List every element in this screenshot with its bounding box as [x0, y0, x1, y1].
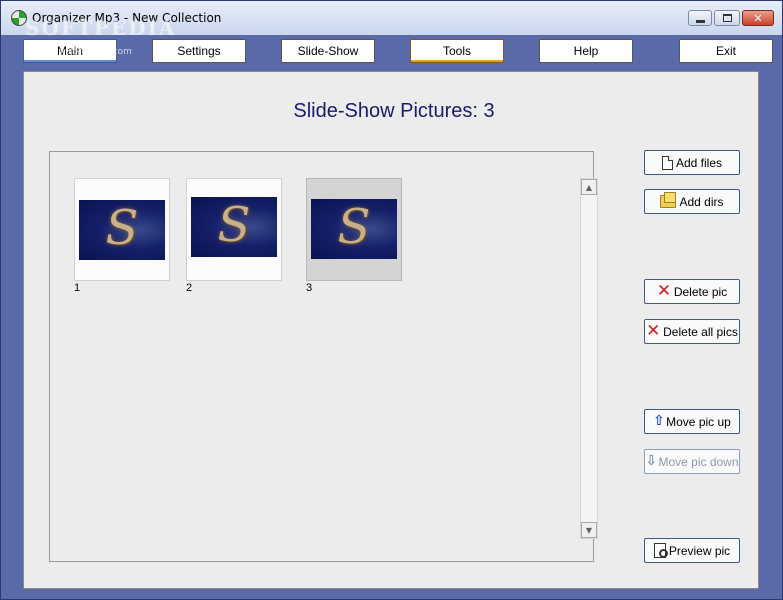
thumbnail-image: S: [191, 197, 277, 257]
minimize-button[interactable]: [688, 10, 712, 26]
page-title: Slide-Show Pictures: 3: [293, 100, 495, 122]
thumbnail-1[interactable]: S: [74, 178, 170, 281]
thumbnail-label: 3: [306, 282, 313, 294]
help-button[interactable]: Help: [539, 39, 633, 63]
file-icon: [661, 155, 673, 170]
slideshow-button-label: Slide-Show: [297, 44, 359, 58]
move-down-label: Move pic down: [658, 454, 739, 469]
scroll-down-button[interactable]: ▼: [581, 522, 597, 538]
thumbnail-image: S: [311, 199, 397, 259]
arrow-down-icon: ⇩: [645, 453, 658, 469]
preview-pic-button[interactable]: Preview pic: [644, 538, 740, 563]
tools-button[interactable]: Tools: [410, 39, 504, 63]
close-icon: ✕: [753, 11, 763, 25]
gallery-scrollbar[interactable]: ▲ ▼: [580, 178, 598, 539]
delete-all-pics-button[interactable]: ✕ Delete all pics: [644, 319, 740, 344]
settings-button-label: Settings: [177, 44, 221, 58]
tools-button-label: Tools: [442, 44, 471, 58]
maximize-button[interactable]: [714, 10, 740, 26]
title-bar[interactable]: Organizer Mp3 - New Collection SOFTPEDIA…: [1, 1, 782, 40]
add-files-button[interactable]: Add files: [644, 150, 740, 175]
exit-button[interactable]: Exit: [679, 39, 773, 63]
delete-pic-button[interactable]: ✕ Delete pic: [644, 279, 740, 304]
move-pic-up-button[interactable]: ⇧ Move pic up: [644, 409, 740, 434]
add-dirs-button[interactable]: Add dirs: [644, 189, 740, 214]
thumbnail-art: S: [105, 200, 139, 256]
arrow-down-icon: ▼: [585, 525, 593, 535]
preview-label: Preview pic: [668, 543, 731, 558]
watermark-url: www.softpedia.com: [44, 47, 132, 57]
help-button-label: Help: [573, 44, 599, 58]
exit-button-label: Exit: [715, 44, 736, 58]
delete-pic-label: Delete pic: [673, 284, 728, 299]
minimize-icon: [695, 19, 705, 23]
settings-button[interactable]: Settings: [152, 39, 246, 63]
thumbnail-3[interactable]: S: [306, 178, 402, 281]
slideshow-button[interactable]: Slide-Show: [281, 39, 375, 63]
arrow-up-icon: ▲: [585, 182, 593, 192]
picture-gallery[interactable]: S 1 S 2 S 3 ▲ ▼: [49, 151, 598, 562]
thumbnail-art: S: [337, 199, 371, 255]
move-pic-down-button[interactable]: ⇩ Move pic down: [644, 449, 740, 474]
thumbnail-art: S: [217, 197, 251, 253]
arrow-up-icon: ⇧: [653, 413, 665, 429]
folder-icon: [660, 192, 677, 208]
thumbnail-label: 2: [186, 282, 193, 294]
maximize-icon: [722, 14, 732, 22]
delete-all-icon: ✕: [646, 321, 661, 341]
thumbnail-image: S: [79, 200, 165, 260]
preview-magnifier-icon: [653, 543, 668, 558]
add-files-label: Add files: [675, 155, 723, 170]
watermark-logo: SOFTPEDIA: [25, 16, 177, 40]
scroll-up-button[interactable]: ▲: [581, 179, 597, 195]
app-window: Organizer Mp3 - New Collection SOFTPEDIA…: [0, 0, 783, 600]
add-dirs-label: Add dirs: [679, 194, 724, 209]
delete-all-label: Delete all pics: [663, 324, 738, 339]
slideshow-panel: Slide-Show Pictures: 3 S 1 S 2 S 3 ▲ ▼ A…: [23, 71, 759, 589]
move-up-label: Move pic up: [666, 414, 731, 429]
close-button[interactable]: ✕: [742, 10, 774, 26]
thumbnail-label: 1: [74, 282, 81, 294]
thumbnail-2[interactable]: S: [186, 178, 282, 281]
delete-icon: ✕: [656, 281, 672, 301]
